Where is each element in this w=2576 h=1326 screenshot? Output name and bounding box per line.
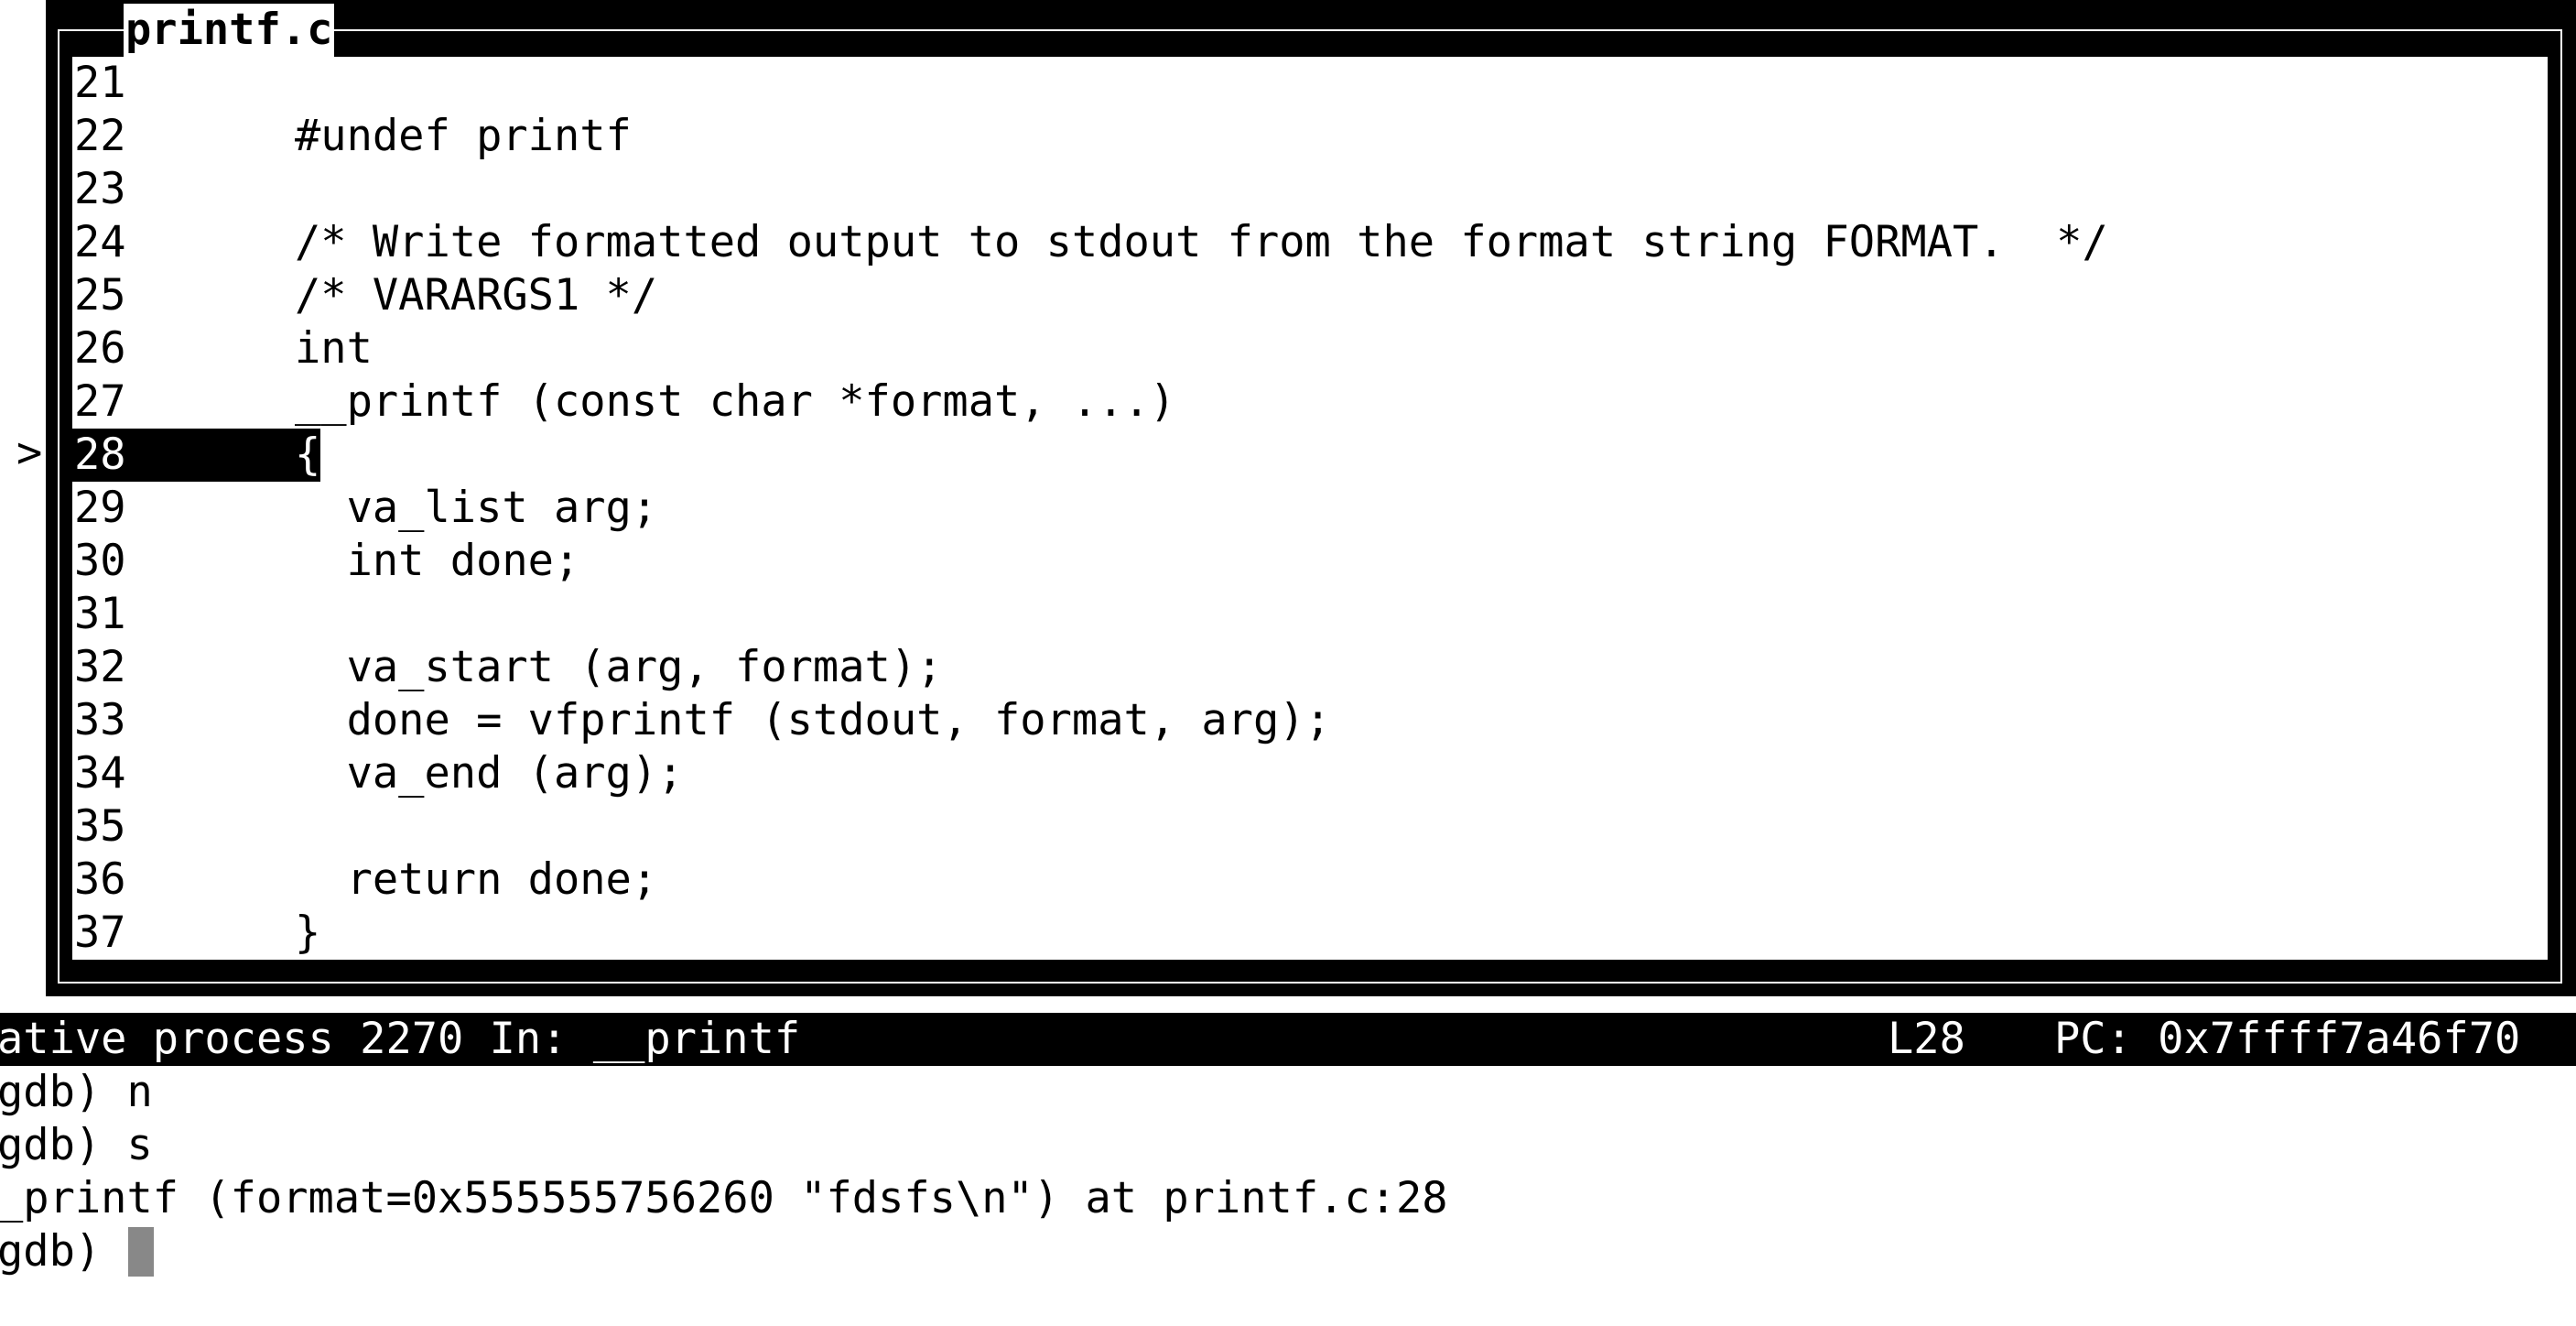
console-prompt[interactable]: gdb) — [0, 1225, 126, 1278]
status-line-number: L28 — [1888, 1014, 1965, 1064]
source-line: 34 va_end (arg); — [72, 747, 2548, 800]
source-line: 30 int done; — [72, 535, 2548, 588]
terminal-cursor — [128, 1227, 154, 1277]
source-line: 37 } — [72, 907, 2548, 960]
source-code-pane[interactable]: 21 22 #undef printf 23 24 /* Write forma… — [72, 57, 2548, 960]
status-process: ative process 2270 In: __printf — [0, 1014, 801, 1064]
source-line: 29 va_list arg; — [72, 482, 2548, 535]
pc-arrow-marker: > — [16, 428, 43, 478]
console-line: gdb) s — [0, 1120, 153, 1170]
line-code: __printf (const char *format, ...) — [295, 376, 1176, 427]
line-number: 27 — [74, 376, 126, 427]
source-line: 21 — [72, 57, 2548, 110]
line-code: int done; — [295, 536, 580, 586]
line-number: 33 — [74, 695, 126, 745]
source-line: 23 — [72, 163, 2548, 216]
source-line: 24 /* Write formatted output to stdout f… — [72, 216, 2548, 269]
source-window: printf.c 21 22 #undef printf 23 24 /* Wr… — [46, 0, 2576, 996]
line-number: 36 — [74, 854, 126, 905]
source-line: 22 #undef printf — [72, 110, 2548, 163]
line-code: { — [295, 429, 321, 480]
line-code: int — [295, 323, 373, 374]
line-code: #undef printf — [295, 111, 632, 161]
source-line: 31 — [72, 588, 2548, 641]
line-code: } — [295, 908, 321, 958]
line-number: 28 — [74, 429, 126, 480]
source-line: 25 /* VARARGS1 */ — [72, 269, 2548, 322]
source-line: 36 return done; — [72, 853, 2548, 907]
line-number: 21 — [74, 58, 126, 108]
source-line: 35 — [72, 800, 2548, 853]
line-number: 34 — [74, 748, 126, 799]
console-line: _printf (format=0x555555756260 "fdsfs\n"… — [0, 1173, 1448, 1223]
line-number: 35 — [74, 801, 126, 852]
line-number: 30 — [74, 536, 126, 586]
status-program-counter: PC: 0x7ffff7a46f70 — [2054, 1014, 2521, 1064]
line-code: done = vfprintf (stdout, format, arg); — [295, 695, 1331, 745]
line-code: return done; — [295, 854, 658, 905]
line-number: 37 — [74, 908, 126, 958]
source-line-current: 28 { — [72, 429, 2548, 482]
source-line: 27 __printf (const char *format, ...) — [72, 375, 2548, 429]
line-number: 24 — [74, 217, 126, 267]
line-code: va_start (arg, format); — [295, 642, 943, 692]
line-number: 23 — [74, 164, 126, 214]
line-number: 25 — [74, 270, 126, 321]
line-number: 29 — [74, 483, 126, 533]
line-code: /* Write formatted output to stdout from… — [295, 217, 2108, 267]
line-code: /* VARARGS1 */ — [295, 270, 658, 321]
source-window-title: printf.c — [124, 4, 335, 57]
source-line: 32 va_start (arg, format); — [72, 641, 2548, 694]
line-code: va_end (arg); — [295, 748, 684, 799]
line-number: 32 — [74, 642, 126, 692]
source-line: 33 done = vfprintf (stdout, format, arg)… — [72, 694, 2548, 747]
line-number: 22 — [74, 111, 126, 161]
console-line: gdb) n — [0, 1067, 153, 1117]
line-number: 31 — [74, 589, 126, 639]
line-code: va_list arg; — [295, 483, 658, 533]
status-bar: ative process 2270 In: __printf L28 PC: … — [0, 1013, 2576, 1066]
line-number: 26 — [74, 323, 126, 374]
source-line: 26 int — [72, 322, 2548, 375]
